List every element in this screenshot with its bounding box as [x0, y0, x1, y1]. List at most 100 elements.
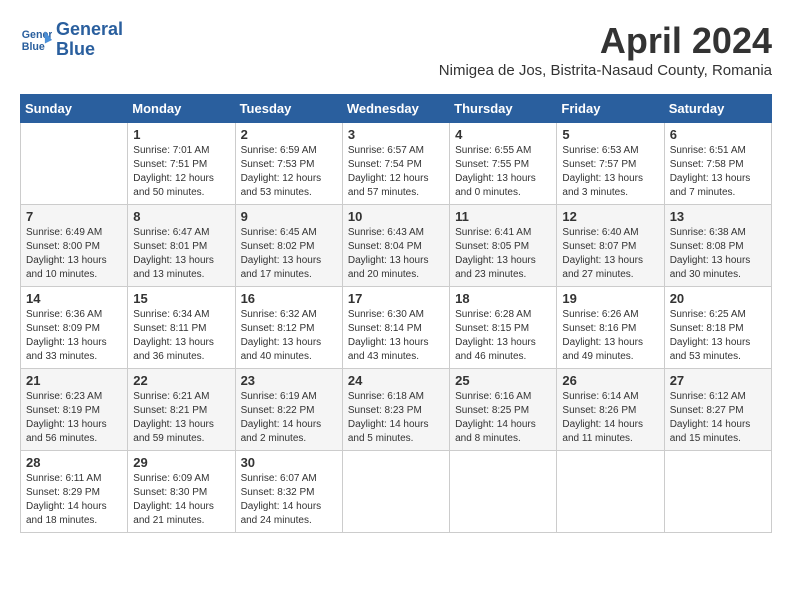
- day-info: Sunrise: 6:40 AMSunset: 8:07 PMDaylight:…: [562, 226, 658, 282]
- calendar-cell: 3 Sunrise: 6:57 AMSunset: 7:54 PMDaylight…: [342, 123, 449, 205]
- logo-line2: Blue: [56, 39, 95, 59]
- day-info: Sunrise: 6:51 AMSunset: 7:58 PMDaylight:…: [670, 144, 766, 200]
- weekday-header-sunday: Sunday: [21, 95, 128, 123]
- day-info: Sunrise: 6:49 AMSunset: 8:00 PMDaylight:…: [26, 226, 122, 282]
- svg-text:Blue: Blue: [22, 41, 45, 53]
- calendar-title: April 2024: [439, 20, 772, 62]
- day-number: 25: [455, 373, 551, 388]
- day-info: Sunrise: 6:59 AMSunset: 7:53 PMDaylight:…: [241, 144, 337, 200]
- day-info: Sunrise: 6:11 AMSunset: 8:29 PMDaylight:…: [26, 472, 122, 528]
- calendar-cell: 4 Sunrise: 6:55 AMSunset: 7:55 PMDaylight…: [450, 123, 557, 205]
- calendar-cell: 21 Sunrise: 6:23 AMSunset: 8:19 PMDayligh…: [21, 369, 128, 451]
- calendar-cell: 5 Sunrise: 6:53 AMSunset: 7:57 PMDaylight…: [557, 123, 664, 205]
- day-number: 27: [670, 373, 766, 388]
- calendar-cell: 6Sunrise: 6:51 AMSunset: 7:58 PMDaylight…: [664, 123, 771, 205]
- day-info: Sunrise: 6:28 AMSunset: 8:15 PMDaylight:…: [455, 308, 551, 364]
- day-number: 21: [26, 373, 122, 388]
- calendar-cell: 23Sunrise: 6:19 AMSunset: 8:22 PMDayligh…: [235, 369, 342, 451]
- calendar-cell: 25 Sunrise: 6:16 AMSunset: 8:25 PMDayligh…: [450, 369, 557, 451]
- day-number: 17: [348, 291, 444, 306]
- day-number: 26: [562, 373, 658, 388]
- calendar-cell: 18 Sunrise: 6:28 AMSunset: 8:15 PMDayligh…: [450, 287, 557, 369]
- day-info: Sunrise: 6:09 AMSunset: 8:30 PMDaylight:…: [133, 472, 229, 528]
- day-info: Sunrise: 6:41 AMSunset: 8:05 PMDaylight:…: [455, 226, 551, 282]
- calendar-cell: 8Sunrise: 6:47 AMSunset: 8:01 PMDaylight…: [128, 205, 235, 287]
- day-info: Sunrise: 6:14 AMSunset: 8:26 PMDaylight:…: [562, 390, 658, 446]
- day-number: 28: [26, 455, 122, 470]
- calendar-cell: 20 Sunrise: 6:25 AMSunset: 8:18 PMDayligh…: [664, 287, 771, 369]
- day-number: 8: [133, 209, 229, 224]
- day-number: 20: [670, 291, 766, 306]
- weekday-header-thursday: Thursday: [450, 95, 557, 123]
- day-number: 11: [455, 209, 551, 224]
- calendar-cell: [664, 451, 771, 533]
- day-number: 22: [133, 373, 229, 388]
- day-number: 2: [241, 127, 337, 142]
- logo-text: General Blue: [56, 20, 123, 60]
- calendar-cell: [21, 123, 128, 205]
- day-number: 10: [348, 209, 444, 224]
- day-number: 5: [562, 127, 658, 142]
- weekday-header-monday: Monday: [128, 95, 235, 123]
- day-number: 13: [670, 209, 766, 224]
- day-info: Sunrise: 6:45 AMSunset: 8:02 PMDaylight:…: [241, 226, 337, 282]
- day-info: Sunrise: 6:32 AMSunset: 8:12 PMDaylight:…: [241, 308, 337, 364]
- day-number: 29: [133, 455, 229, 470]
- calendar-cell: 9 Sunrise: 6:45 AMSunset: 8:02 PMDaylight…: [235, 205, 342, 287]
- day-number: 4: [455, 127, 551, 142]
- day-info: Sunrise: 6:30 AMSunset: 8:14 PMDaylight:…: [348, 308, 444, 364]
- calendar-cell: 27 Sunrise: 6:12 AMSunset: 8:27 PMDayligh…: [664, 369, 771, 451]
- day-info: Sunrise: 6:55 AMSunset: 7:55 PMDaylight:…: [455, 144, 551, 200]
- day-number: 7: [26, 209, 122, 224]
- calendar-cell: 7 Sunrise: 6:49 AMSunset: 8:00 PMDaylight…: [21, 205, 128, 287]
- day-number: 30: [241, 455, 337, 470]
- calendar-cell: 13 Sunrise: 6:38 AMSunset: 8:08 PMDayligh…: [664, 205, 771, 287]
- day-info: Sunrise: 6:23 AMSunset: 8:19 PMDaylight:…: [26, 390, 122, 446]
- day-number: 1: [133, 127, 229, 142]
- calendar-cell: 19 Sunrise: 6:26 AMSunset: 8:16 PMDayligh…: [557, 287, 664, 369]
- day-info: Sunrise: 6:53 AMSunset: 7:57 PMDaylight:…: [562, 144, 658, 200]
- day-info: Sunrise: 6:26 AMSunset: 8:16 PMDaylight:…: [562, 308, 658, 364]
- calendar-cell: 17 Sunrise: 6:30 AMSunset: 8:14 PMDayligh…: [342, 287, 449, 369]
- calendar-cell: [557, 451, 664, 533]
- calendar-cell: 1 Sunrise: 7:01 AMSunset: 7:51 PMDaylight…: [128, 123, 235, 205]
- calendar-cell: 15Sunrise: 6:34 AMSunset: 8:11 PMDayligh…: [128, 287, 235, 369]
- day-number: 3: [348, 127, 444, 142]
- day-number: 16: [241, 291, 337, 306]
- calendar-cell: 28 Sunrise: 6:11 AMSunset: 8:29 PMDayligh…: [21, 451, 128, 533]
- weekday-header-friday: Friday: [557, 95, 664, 123]
- day-number: 9: [241, 209, 337, 224]
- day-info: Sunrise: 6:25 AMSunset: 8:18 PMDaylight:…: [670, 308, 766, 364]
- logo-line1: General: [56, 19, 123, 39]
- calendar-cell: [342, 451, 449, 533]
- calendar-cell: 10Sunrise: 6:43 AMSunset: 8:04 PMDayligh…: [342, 205, 449, 287]
- weekday-header-saturday: Saturday: [664, 95, 771, 123]
- day-info: Sunrise: 6:36 AMSunset: 8:09 PMDaylight:…: [26, 308, 122, 364]
- day-number: 23: [241, 373, 337, 388]
- calendar-cell: 12Sunrise: 6:40 AMSunset: 8:07 PMDayligh…: [557, 205, 664, 287]
- calendar-subtitle: Nimigea de Jos, Bistrita-Nasaud County, …: [439, 62, 772, 79]
- day-info: Sunrise: 6:34 AMSunset: 8:11 PMDaylight:…: [133, 308, 229, 364]
- day-info: Sunrise: 6:18 AMSunset: 8:23 PMDaylight:…: [348, 390, 444, 446]
- day-info: Sunrise: 6:38 AMSunset: 8:08 PMDaylight:…: [670, 226, 766, 282]
- logo: General Blue General Blue: [20, 20, 123, 60]
- day-info: Sunrise: 6:12 AMSunset: 8:27 PMDaylight:…: [670, 390, 766, 446]
- day-number: 14: [26, 291, 122, 306]
- day-info: Sunrise: 7:01 AMSunset: 7:51 PMDaylight:…: [133, 144, 229, 200]
- calendar-cell: 30 Sunrise: 6:07 AMSunset: 8:32 PMDayligh…: [235, 451, 342, 533]
- day-info: Sunrise: 6:16 AMSunset: 8:25 PMDaylight:…: [455, 390, 551, 446]
- day-info: Sunrise: 6:57 AMSunset: 7:54 PMDaylight:…: [348, 144, 444, 200]
- calendar-table: SundayMondayTuesdayWednesdayThursdayFrid…: [20, 94, 772, 533]
- day-number: 18: [455, 291, 551, 306]
- calendar-cell: 24 Sunrise: 6:18 AMSunset: 8:23 PMDayligh…: [342, 369, 449, 451]
- calendar-cell: 11 Sunrise: 6:41 AMSunset: 8:05 PMDayligh…: [450, 205, 557, 287]
- day-info: Sunrise: 6:07 AMSunset: 8:32 PMDaylight:…: [241, 472, 337, 528]
- weekday-header-wednesday: Wednesday: [342, 95, 449, 123]
- weekday-header-tuesday: Tuesday: [235, 95, 342, 123]
- day-number: 19: [562, 291, 658, 306]
- calendar-cell: [450, 451, 557, 533]
- calendar-cell: 14 Sunrise: 6:36 AMSunset: 8:09 PMDayligh…: [21, 287, 128, 369]
- calendar-cell: 16 Sunrise: 6:32 AMSunset: 8:12 PMDayligh…: [235, 287, 342, 369]
- day-number: 24: [348, 373, 444, 388]
- day-info: Sunrise: 6:21 AMSunset: 8:21 PMDaylight:…: [133, 390, 229, 446]
